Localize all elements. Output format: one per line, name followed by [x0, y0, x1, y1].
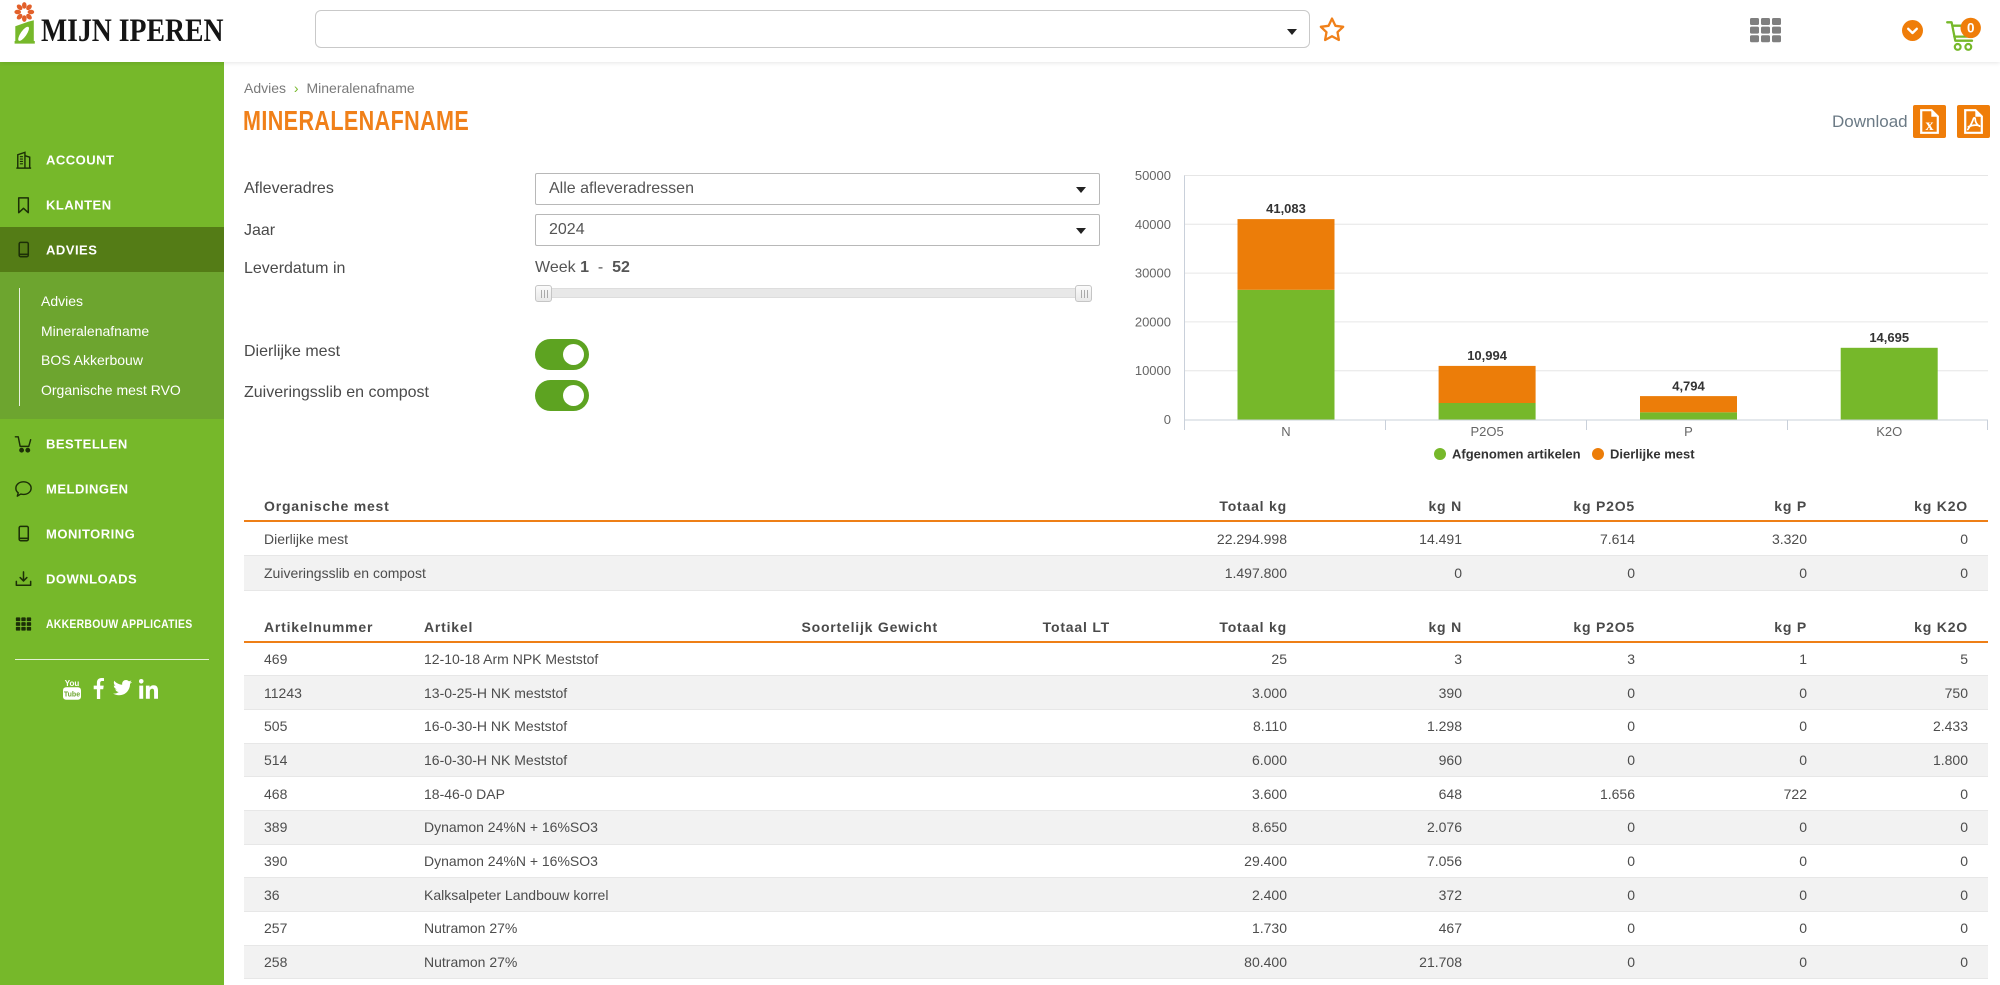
- svg-text:P: P: [1684, 424, 1693, 439]
- svg-text:14,695: 14,695: [1869, 330, 1909, 345]
- svg-text:Dierlijke mest: Dierlijke mest: [1610, 447, 1695, 462]
- svg-text:40000: 40000: [1135, 217, 1171, 232]
- svg-text:4,794: 4,794: [1672, 379, 1705, 394]
- svg-text:41,083: 41,083: [1266, 201, 1306, 216]
- svg-text:30000: 30000: [1135, 266, 1171, 281]
- svg-text:0: 0: [1164, 412, 1171, 427]
- svg-text:50000: 50000: [1135, 168, 1171, 183]
- svg-text:Afgenomen artikelen: Afgenomen artikelen: [1452, 447, 1581, 462]
- svg-text:0: 0: [1967, 21, 1975, 36]
- svg-text:20000: 20000: [1135, 314, 1171, 329]
- svg-text:P2O5: P2O5: [1470, 424, 1503, 439]
- svg-text:You: You: [65, 679, 80, 688]
- svg-text:10,994: 10,994: [1467, 348, 1508, 363]
- svg-text:N: N: [1281, 424, 1290, 439]
- svg-text:x: x: [1926, 117, 1934, 134]
- svg-text:K2O: K2O: [1876, 424, 1902, 439]
- svg-text:10000: 10000: [1135, 363, 1171, 378]
- svg-text:Tube: Tube: [64, 692, 80, 699]
